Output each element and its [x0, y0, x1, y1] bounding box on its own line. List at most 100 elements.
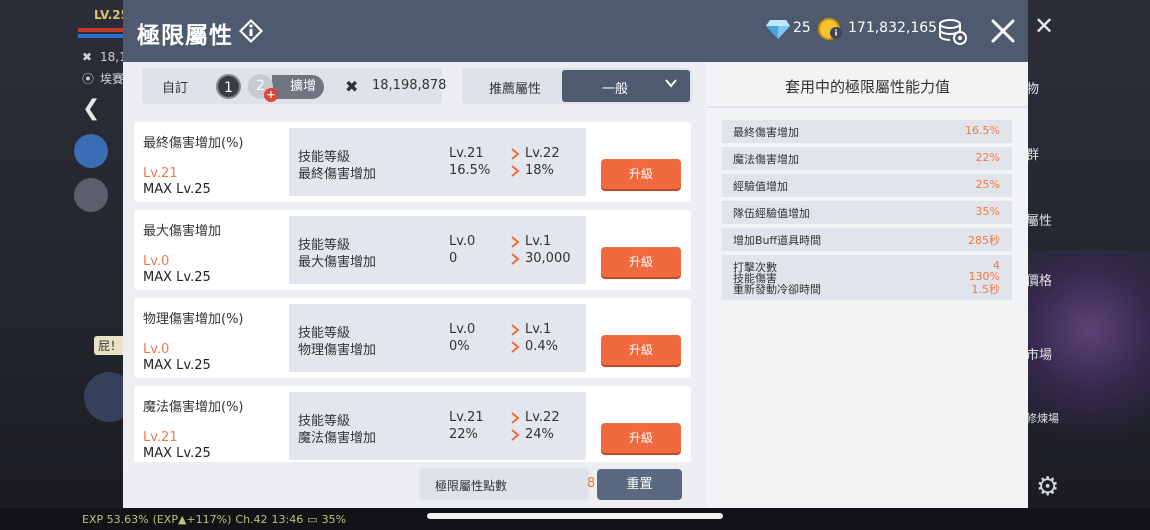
upgrade-button[interactable]: 升級	[601, 247, 681, 277]
right-menu-item-5[interactable]: 修煉場	[1026, 410, 1059, 426]
current-level: Lv.21	[449, 410, 484, 425]
current-value: 0	[449, 251, 458, 266]
hud-coin-icon: ✖	[82, 50, 93, 64]
diamond-gem-icon	[766, 20, 790, 39]
stat-row: 經驗值增加 25%	[722, 174, 1012, 197]
skill-icon[interactable]	[74, 134, 108, 168]
attribute-max-level: MAX Lv.25	[143, 270, 211, 285]
stat-value: 22%	[975, 151, 1000, 164]
stat-label: 最終傷害增加	[733, 126, 799, 139]
add-plus-icon[interactable]: +	[264, 88, 278, 102]
chevron-down-icon	[665, 79, 677, 88]
stat-label: 增加Buff道具時間	[733, 234, 822, 247]
points-value: 8	[587, 476, 596, 491]
custom-label: 自訂	[162, 81, 189, 96]
hp-bar	[78, 28, 124, 32]
close-icon[interactable]	[991, 19, 1015, 43]
channel: Ch.42	[235, 512, 268, 526]
clock: 13:46	[271, 512, 304, 526]
status-bar: EXP 53.63% (EXP▲+117%) Ch.42 13:46 ▭ 35%	[0, 508, 1150, 530]
arrow-right-icon	[511, 341, 520, 353]
effect-label: 最大傷害增加	[298, 255, 377, 270]
next-value: 0.4%	[525, 339, 559, 354]
attribute-list-panel: 自訂 1 擴增 2 + ✖ 18,198,878 推薦屬性 一般 最終傷害增加(…	[133, 62, 705, 508]
right-menu-item-2[interactable]: 屬性	[1026, 210, 1052, 229]
stat-label: 魔法傷害增加	[733, 153, 799, 166]
attribute-name: 最大傷害增加	[143, 224, 222, 239]
back-arrow-icon[interactable]: ❮	[82, 96, 112, 126]
stats-panel-title: 套用中的極限屬性能力值	[784, 78, 950, 96]
mp-bar	[78, 34, 124, 38]
upgrade-button[interactable]: 升級	[601, 159, 681, 189]
home-indicator[interactable]	[427, 513, 723, 519]
upgrade-button[interactable]: 升級	[601, 423, 681, 453]
attribute-detail: 技能等級 物理傷害增加 Lv.0 0% Lv.1 0.4%	[289, 304, 586, 372]
settings-gear-icon[interactable]: ⚙	[1036, 472, 1059, 502]
stat-value: 35%	[975, 205, 1000, 218]
upgrade-button[interactable]: 升級	[601, 335, 681, 365]
attribute-card: 魔法傷害增加(%) Lv.21 MAX Lv.25 技能等級 魔法傷害增加 Lv…	[134, 386, 691, 462]
arrow-right-icon	[511, 324, 520, 336]
current-value: 0%	[449, 339, 470, 354]
attribute-detail: 技能等級 最大傷害增加 Lv.0 0 Lv.1 30,000	[289, 216, 586, 284]
extreme-attributes-dialog: 極限屬性 25 171,832,165 自訂 1 擴增 2 + ✖ 18,198…	[123, 0, 1028, 508]
battery-icon: ▭	[307, 512, 318, 526]
stat-value: 285秒	[968, 234, 1000, 247]
reset-button[interactable]: 重置	[597, 469, 682, 500]
game-close-icon[interactable]: ✕	[1034, 12, 1054, 40]
arrow-right-icon	[511, 253, 520, 265]
divider	[707, 106, 1028, 108]
attribute-scroll-list[interactable]: 最終傷害增加(%) Lv.21 MAX Lv.25 技能等級 最終傷害增加 Lv…	[133, 122, 705, 462]
recommend-label: 推薦屬性	[489, 82, 542, 97]
gold-coin-icon	[818, 18, 842, 40]
arrow-right-icon	[511, 412, 520, 424]
current-level: Lv.21	[449, 146, 484, 161]
attribute-max-level: MAX Lv.25	[143, 182, 211, 197]
attribute-name: 魔法傷害增加(%)	[143, 400, 244, 415]
stat-row: 增加Buff道具時間 285秒	[722, 228, 1012, 251]
next-value: 18%	[525, 163, 554, 178]
attribute-detail: 技能等級 魔法傷害增加 Lv.21 22% Lv.22 24%	[289, 392, 586, 460]
attribute-name: 最終傷害增加(%)	[143, 136, 244, 151]
next-level: Lv.22	[525, 410, 560, 425]
combo-label: 重新發動冷卻時間	[733, 283, 821, 296]
next-value: 24%	[525, 427, 554, 442]
dropdown-value: 一般	[602, 82, 629, 97]
game-left-hud: LV.25 ✖ 18,1 ⦿ 埃賽 ❮ 屁！！	[60, 0, 139, 530]
next-level: Lv.1	[525, 234, 552, 249]
attribute-max-level: MAX Lv.25	[143, 358, 211, 373]
attribute-level: Lv.21	[143, 430, 178, 445]
combo-value: 1.5秒	[971, 283, 1001, 296]
attribute-card: 最大傷害增加 Lv.0 MAX Lv.25 技能等級 最大傷害增加 Lv.0 0…	[134, 210, 691, 290]
attribute-detail: 技能等級 最終傷害增加 Lv.21 16.5% Lv.22 18%	[289, 128, 586, 196]
dialog-header: 極限屬性 25 171,832,165	[123, 0, 1028, 62]
dialog-title: 極限屬性	[137, 23, 233, 49]
coin-settings-icon[interactable]	[937, 16, 969, 46]
attribute-points-box: 極限屬性點數 8	[419, 468, 595, 500]
stat-value: 16.5%	[965, 124, 1000, 137]
applied-stats-panel: 套用中的極限屬性能力值 最終傷害增加 16.5% 魔法傷害增加 22% 經驗值增…	[707, 62, 1028, 508]
right-menu-item-3[interactable]: 價格	[1026, 270, 1052, 289]
arrow-right-icon	[511, 148, 520, 160]
cost-coin-icon: ✖	[345, 77, 359, 96]
arrow-right-icon	[511, 429, 520, 441]
expand-label: 擴增	[289, 79, 316, 94]
handshake-icon[interactable]	[74, 178, 108, 212]
stat-label: 隊伍經驗值增加	[733, 207, 810, 220]
right-menu-item-4[interactable]: 市場	[1026, 344, 1052, 363]
attribute-card: 物理傷害增加(%) Lv.0 MAX Lv.25 技能等級 物理傷害增加 Lv.…	[134, 298, 691, 378]
next-level: Lv.22	[525, 146, 560, 161]
expand-button[interactable]: 擴增	[272, 75, 324, 99]
next-level: Lv.1	[525, 322, 552, 337]
recommend-toolbar: 推薦屬性 一般	[462, 68, 692, 104]
stat-row: 魔法傷害增加 22%	[722, 147, 1012, 170]
recommend-dropdown[interactable]: 一般	[562, 70, 690, 102]
current-level: Lv.0	[449, 322, 476, 337]
effect-label: 魔法傷害增加	[298, 431, 377, 446]
arrow-right-icon	[511, 236, 520, 248]
stat-row: 隊伍經驗值增加 35%	[722, 201, 1012, 224]
exp-bonus: (EXP▲+117%)	[152, 512, 232, 526]
info-icon[interactable]	[238, 18, 264, 44]
current-value: 16.5%	[449, 163, 491, 178]
preset-slot-1[interactable]: 1	[216, 74, 241, 99]
